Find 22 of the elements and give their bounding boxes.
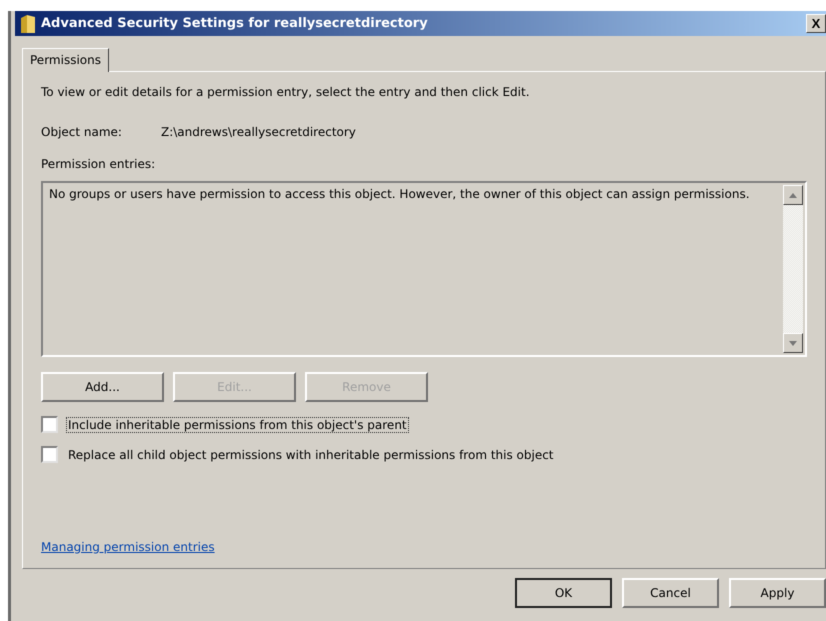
- dialog-button[interactable]: Apply: [729, 578, 826, 608]
- object-name-label: Object name:: [41, 125, 123, 139]
- up-arrow-icon: [789, 192, 797, 198]
- permission-entries-list[interactable]: No groups or users have permission to access this object. However, the owner of this object can assign permissions.: [41, 181, 807, 357]
- down-arrow-icon: [789, 340, 797, 346]
- object-name-value: Z:\andrews\reallysecretdirectory: [161, 125, 356, 139]
- dialog-button[interactable]: OK: [515, 578, 612, 608]
- folder-icon: [19, 14, 37, 34]
- close-button[interactable]: X: [806, 14, 826, 33]
- instruction-text: To view or edit details for a permission entry, select the entry and then click Edit.: [41, 85, 531, 99]
- checkbox[interactable]: [41, 446, 58, 463]
- checkbox-label[interactable]: Replace all child object permissions with inheritable permissions from this object: [66, 446, 556, 462]
- help-link[interactable]: Managing permission entries: [41, 540, 215, 554]
- checkbox[interactable]: [41, 416, 58, 433]
- empty-list-message: No groups or users have permission to access this object. However, the owner of this object can assign permissions.: [48, 186, 751, 203]
- permission-entries-label: Permission entries:: [41, 157, 156, 171]
- tab[interactable]: Permissions: [22, 48, 109, 72]
- dialog-button[interactable]: Cancel: [622, 578, 719, 608]
- window-title: Advanced Security Settings for reallysecretdirectory: [41, 16, 428, 31]
- entry-button[interactable]: Add...: [41, 372, 164, 402]
- checkbox-label[interactable]: Include inheritable permissions from this object's parent: [66, 416, 409, 432]
- scrollbar[interactable]: [783, 183, 805, 355]
